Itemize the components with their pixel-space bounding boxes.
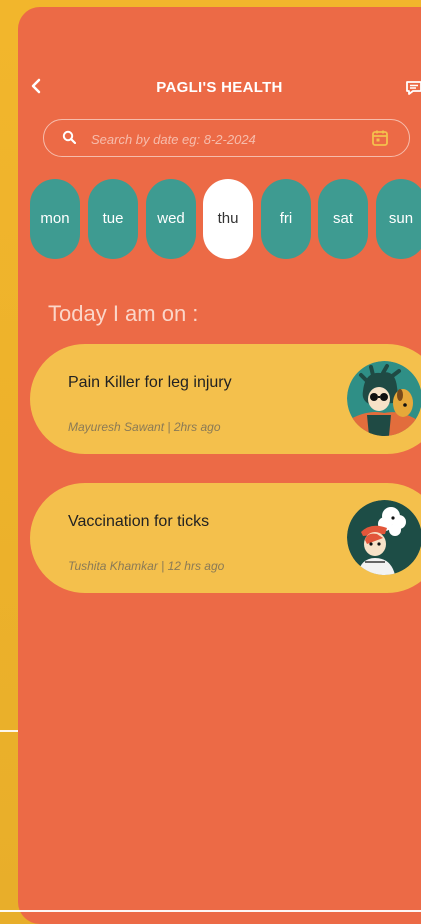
chat-icon xyxy=(406,81,421,95)
divider-line xyxy=(0,730,18,732)
avatar xyxy=(347,361,421,436)
avatar xyxy=(347,500,421,575)
section-title: Today I am on : xyxy=(48,301,199,326)
app-screen: PAGLI'S HEALTH mon tue wed thu fri sa xyxy=(18,7,421,924)
day-wed[interactable]: wed xyxy=(146,179,196,259)
medication-card[interactable]: Pain Killer for leg injury Mayuresh Sawa… xyxy=(30,344,421,454)
day-tue[interactable]: tue xyxy=(88,179,138,259)
bottom-divider xyxy=(0,910,421,912)
header: PAGLI'S HEALTH xyxy=(18,67,421,107)
page-title: PAGLI'S HEALTH xyxy=(156,79,283,96)
person-with-poodle-avatar-icon xyxy=(347,500,421,575)
day-selector: mon tue wed thu fri sat sun xyxy=(30,179,421,259)
search-icon xyxy=(62,130,76,144)
card-meta: Mayuresh Sawant | 2hrs ago xyxy=(68,420,221,434)
card-meta: Tushita Khamkar | 12 hrs ago xyxy=(68,559,225,573)
day-thu[interactable]: thu xyxy=(203,179,253,259)
search-input[interactable] xyxy=(89,127,353,151)
card-title: Vaccination for ticks xyxy=(68,513,210,530)
person-with-dog-avatar-icon xyxy=(347,361,421,436)
search-bar[interactable] xyxy=(43,119,410,157)
calendar-icon[interactable] xyxy=(371,129,389,147)
day-sat[interactable]: sat xyxy=(318,179,368,259)
day-fri[interactable]: fri xyxy=(261,179,311,259)
day-mon[interactable]: mon xyxy=(30,179,80,259)
card-title: Pain Killer for leg injury xyxy=(68,374,232,391)
chat-button[interactable] xyxy=(405,79,421,97)
medication-card[interactable]: Vaccination for ticks Tushita Khamkar | … xyxy=(30,483,421,593)
day-sun[interactable]: sun xyxy=(376,179,421,259)
